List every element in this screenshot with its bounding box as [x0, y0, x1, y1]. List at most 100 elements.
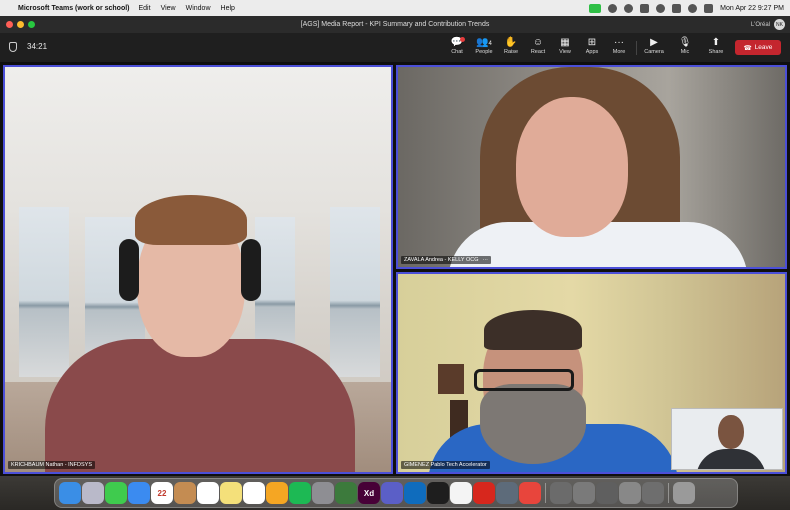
- share-label: Share: [708, 49, 724, 55]
- teams-icon[interactable]: [381, 482, 403, 504]
- headphones: [119, 239, 139, 301]
- meeting-title: [AGS] Media Report - KPI Summary and Con…: [300, 21, 490, 28]
- reminders-icon[interactable]: [197, 482, 219, 504]
- menu-edit[interactable]: Edit: [139, 5, 151, 12]
- chrome-icon[interactable]: [450, 482, 472, 504]
- meeting-toolbar: 34:21 💬 Chat 👥4 People ✋ Raise ☺ React ▦…: [0, 33, 790, 62]
- freeform-icon[interactable]: [243, 482, 265, 504]
- chat-label: Chat: [451, 49, 463, 55]
- wall-frame: [438, 364, 464, 394]
- control-center-icon[interactable]: [704, 3, 714, 13]
- notification-badge: [460, 37, 465, 42]
- camera-label: Camera: [644, 49, 664, 55]
- react-button[interactable]: ☺ React: [525, 37, 551, 55]
- leave-button[interactable]: ☎ Leave: [735, 40, 781, 55]
- apps-button[interactable]: ⊞ Apps: [579, 37, 605, 55]
- outlook-icon[interactable]: [404, 482, 426, 504]
- dock-divider: [545, 483, 546, 503]
- react-icon: ☺: [532, 37, 544, 48]
- menu-window[interactable]: Window: [186, 5, 211, 12]
- spotify-icon[interactable]: [289, 482, 311, 504]
- toolbar-divider: [636, 41, 637, 55]
- people-count: 4: [488, 41, 492, 47]
- window-thumb-icon[interactable]: [642, 482, 664, 504]
- avatar[interactable]: NK: [774, 19, 785, 30]
- trash-icon[interactable]: [673, 482, 695, 504]
- chat-button[interactable]: 💬 Chat: [444, 37, 470, 55]
- app-menu[interactable]: Microsoft Teams (work or school): [18, 5, 130, 12]
- launchpad-icon[interactable]: [82, 482, 104, 504]
- react-label: React: [530, 49, 546, 55]
- participant-video: [135, 195, 247, 245]
- finder-icon[interactable]: [59, 482, 81, 504]
- view-icon: ▦: [560, 37, 570, 48]
- self-view-video[interactable]: [671, 408, 783, 470]
- participant-name-label: ZAVALA Andrea - KELLY OCG ···: [401, 256, 491, 264]
- more-button[interactable]: ··· More: [606, 37, 632, 55]
- shield-icon[interactable]: [640, 3, 650, 13]
- people-button[interactable]: 👥4 People: [471, 37, 497, 55]
- zoom-window-icon[interactable]: [28, 21, 35, 28]
- meeting-info-shield-icon[interactable]: [9, 42, 17, 52]
- video-tile-nathan[interactable]: KRICHBAUM Nathan - INFDSYS: [3, 65, 393, 474]
- mic-label: Mic: [680, 49, 690, 55]
- more-icon: ···: [614, 37, 624, 48]
- people-icon: 👥4: [476, 37, 492, 48]
- window-thumb-icon[interactable]: [619, 482, 641, 504]
- pencil-icon[interactable]: [266, 482, 288, 504]
- spreadsheet-icon[interactable]: [335, 482, 357, 504]
- notes-icon[interactable]: [174, 482, 196, 504]
- window-controls: [6, 21, 35, 28]
- self-view-person: [718, 415, 744, 449]
- mail-icon[interactable]: [128, 482, 150, 504]
- window-background: [330, 207, 380, 377]
- dock-divider: [668, 483, 669, 503]
- share-icon: ⬆: [711, 37, 721, 48]
- org-name[interactable]: L'Oréal: [751, 22, 770, 28]
- extension-icon[interactable]: [608, 3, 618, 13]
- facetime-icon[interactable]: [589, 3, 602, 13]
- settings-icon[interactable]: [312, 482, 334, 504]
- screenshot-icon[interactable]: [496, 482, 518, 504]
- video-tile-andrea[interactable]: ZAVALA Andrea - KELLY OCG ···: [396, 65, 787, 269]
- close-window-icon[interactable]: [6, 21, 13, 28]
- people-label: People: [475, 49, 493, 55]
- acrobat-icon[interactable]: [473, 482, 495, 504]
- messages-icon[interactable]: [105, 482, 127, 504]
- share-button[interactable]: ⬆ Share: [703, 37, 729, 55]
- window-background: [19, 207, 69, 377]
- participant-video: [480, 384, 586, 464]
- raise-label: Raise: [503, 49, 519, 55]
- xd-icon[interactable]: Xd: [358, 482, 380, 504]
- raise-hand-button[interactable]: ✋ Raise: [498, 37, 524, 55]
- creative-cloud-icon[interactable]: [519, 482, 541, 504]
- window-thumb-icon[interactable]: [596, 482, 618, 504]
- battery-icon[interactable]: [672, 3, 682, 13]
- self-view-person: [696, 449, 766, 469]
- menu-help[interactable]: Help: [221, 5, 235, 12]
- menu-view[interactable]: View: [161, 5, 176, 12]
- calendar-icon[interactable]: 22: [151, 482, 173, 504]
- video-tile-pablo[interactable]: GIMENEZ Pablo Tech Accelerator: [396, 272, 787, 474]
- menubar-clock[interactable]: Mon Apr 22 9:27 PM: [720, 5, 784, 12]
- creative-cloud-tray-icon[interactable]: [624, 3, 634, 13]
- mic-button[interactable]: 🎙 Mic: [672, 37, 698, 55]
- window-thumb-icon[interactable]: [573, 482, 595, 504]
- leave-label: Leave: [754, 44, 773, 51]
- participant-video: [484, 310, 582, 350]
- minimize-window-icon[interactable]: [17, 21, 24, 28]
- headphones: [241, 239, 261, 301]
- participant-name-label: KRICHBAUM Nathan - INFDSYS: [8, 461, 95, 469]
- window-thumb-icon[interactable]: [550, 482, 572, 504]
- wifi-icon[interactable]: [688, 3, 698, 13]
- macos-dock: 22 Xd: [54, 478, 738, 508]
- play-icon[interactable]: [656, 3, 666, 13]
- camera-button[interactable]: ▶ Camera: [641, 37, 667, 55]
- mic-icon: 🎙: [678, 37, 692, 48]
- stickies-icon[interactable]: [220, 482, 242, 504]
- more-options-icon[interactable]: ···: [483, 257, 489, 263]
- view-label: View: [559, 49, 571, 55]
- view-button[interactable]: ▦ View: [552, 37, 578, 55]
- figma-icon[interactable]: [427, 482, 449, 504]
- more-label: More: [612, 49, 626, 55]
